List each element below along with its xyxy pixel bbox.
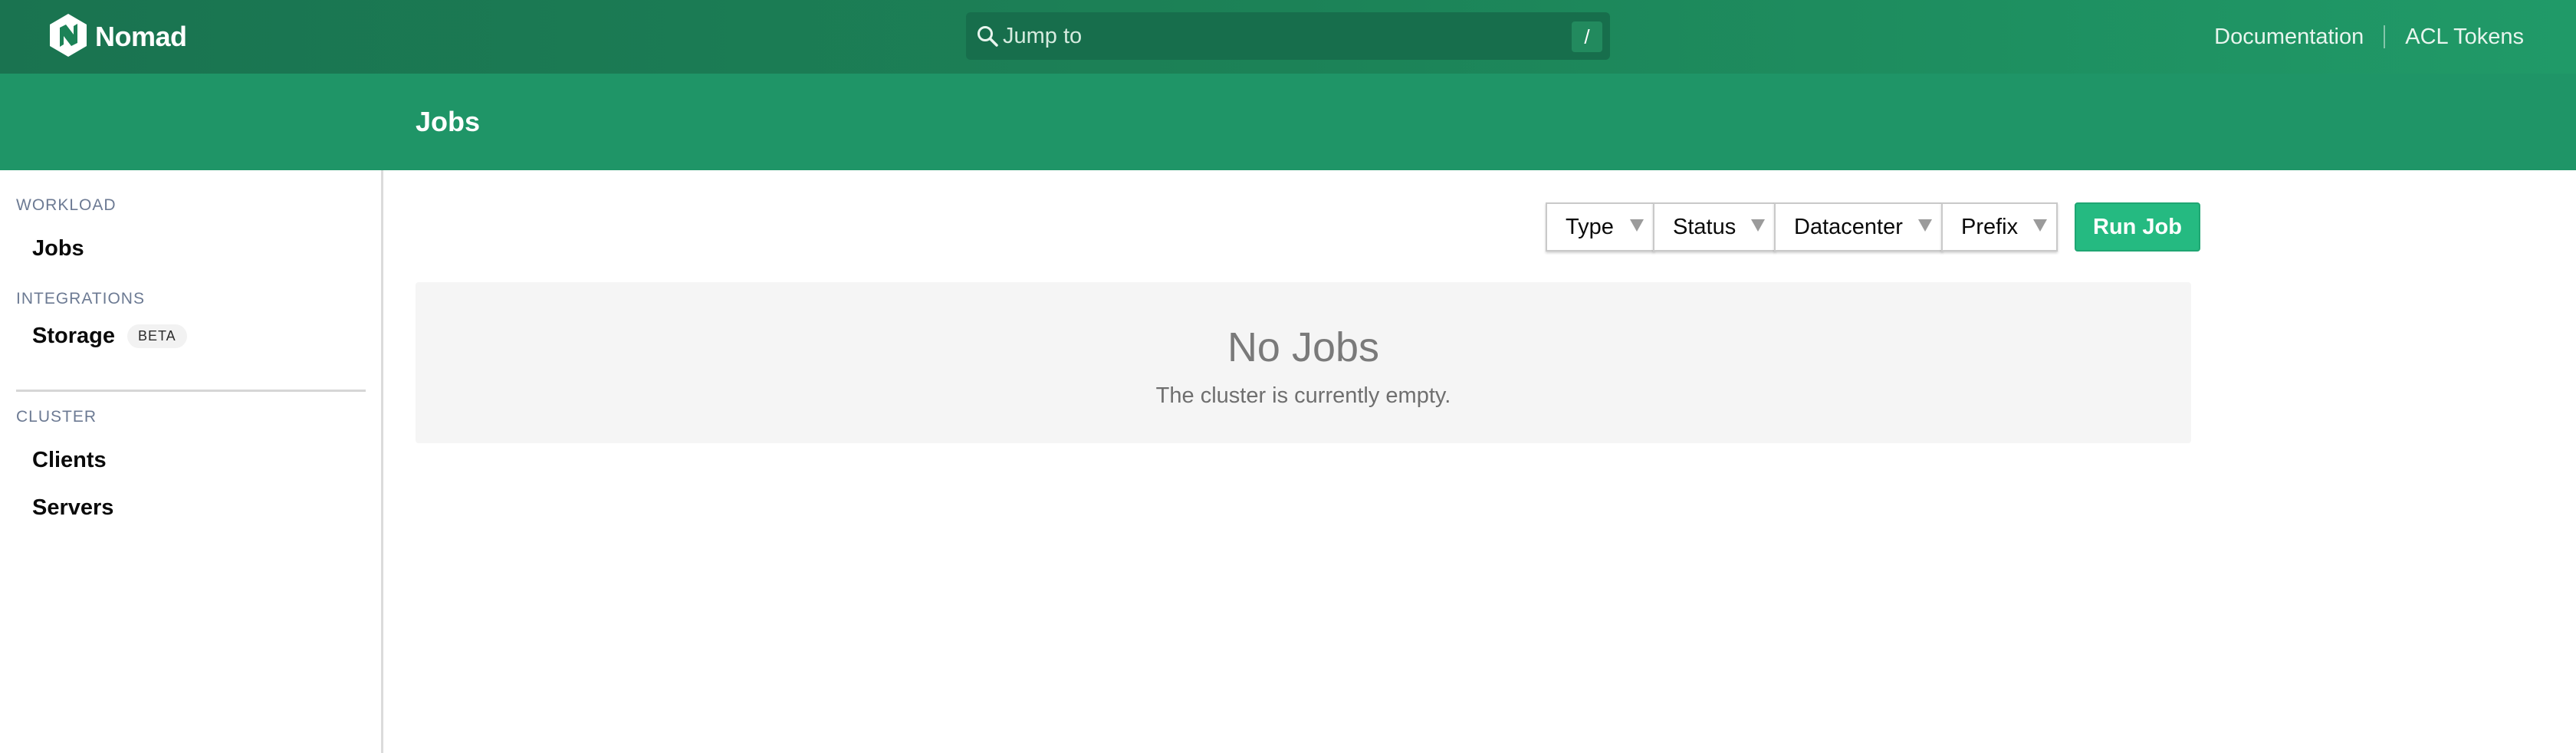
- sidebar-item-label: Clients: [32, 448, 107, 472]
- nomad-logo-icon: [49, 13, 87, 61]
- caret-down-icon: [1751, 219, 1765, 232]
- menu-label-integrations: INTEGRATIONS: [16, 290, 145, 307]
- job-filters-toolbar: Type Status Datacenter Prefix Run Job: [1546, 202, 2200, 252]
- brand-name: Nomad: [95, 21, 187, 52]
- sidebar-item-label: Jobs: [32, 236, 84, 261]
- sidebar-item-label: Storage: [32, 324, 115, 348]
- navbar-links: Documentation ACL Tokens: [2214, 0, 2524, 74]
- run-job-button[interactable]: Run Job: [2075, 202, 2200, 252]
- empty-headline: No Jobs: [1227, 324, 1380, 370]
- search-shortcut-key: /: [1572, 21, 1602, 52]
- dropdown-label: Type: [1566, 214, 1614, 239]
- sidebar-item-jobs[interactable]: Jobs: [32, 236, 84, 261]
- empty-state: No Jobs The cluster is currently empty.: [416, 282, 2191, 443]
- sidebar-item-storage[interactable]: Storage BETA: [32, 324, 187, 349]
- datacenter-filter-dropdown[interactable]: Datacenter: [1774, 202, 1943, 252]
- nav-divider: [2384, 25, 2386, 48]
- empty-message: The cluster is currently empty.: [1155, 383, 1451, 408]
- sidebar-item-clients[interactable]: Clients: [32, 448, 107, 473]
- sidebar-divider: [16, 390, 366, 392]
- type-filter-dropdown[interactable]: Type: [1546, 202, 1654, 252]
- prefix-filter-dropdown[interactable]: Prefix: [1941, 202, 2058, 252]
- caret-down-icon: [1918, 219, 1932, 232]
- sidebar-item-label: Servers: [32, 495, 114, 520]
- brand-link[interactable]: Nomad: [49, 13, 187, 61]
- search-input[interactable]: [1003, 12, 1539, 60]
- menu-label-workload: WORKLOAD: [16, 196, 117, 214]
- caret-down-icon: [1630, 219, 1644, 232]
- page-header: Jobs: [0, 74, 2576, 170]
- caret-down-icon: [2033, 219, 2047, 232]
- page-title: Jobs: [416, 106, 481, 137]
- search-bar[interactable]: /: [966, 12, 1610, 60]
- documentation-link[interactable]: Documentation: [2214, 25, 2364, 50]
- top-navbar: Nomad / Documentation ACL Tokens: [0, 0, 2576, 74]
- search-icon: [975, 24, 1000, 48]
- acl-tokens-link[interactable]: ACL Tokens: [2405, 25, 2524, 50]
- sidebar: WORKLOAD Jobs INTEGRATIONS Storage BETA …: [0, 170, 383, 753]
- dropdown-label: Datacenter: [1794, 214, 1903, 239]
- dropdown-label: Status: [1673, 214, 1737, 239]
- sidebar-item-servers[interactable]: Servers: [32, 495, 113, 521]
- status-filter-dropdown[interactable]: Status: [1653, 202, 1776, 252]
- beta-badge: BETA: [127, 324, 187, 348]
- menu-label-cluster: CLUSTER: [16, 408, 97, 426]
- dropdown-label: Prefix: [1961, 214, 2019, 239]
